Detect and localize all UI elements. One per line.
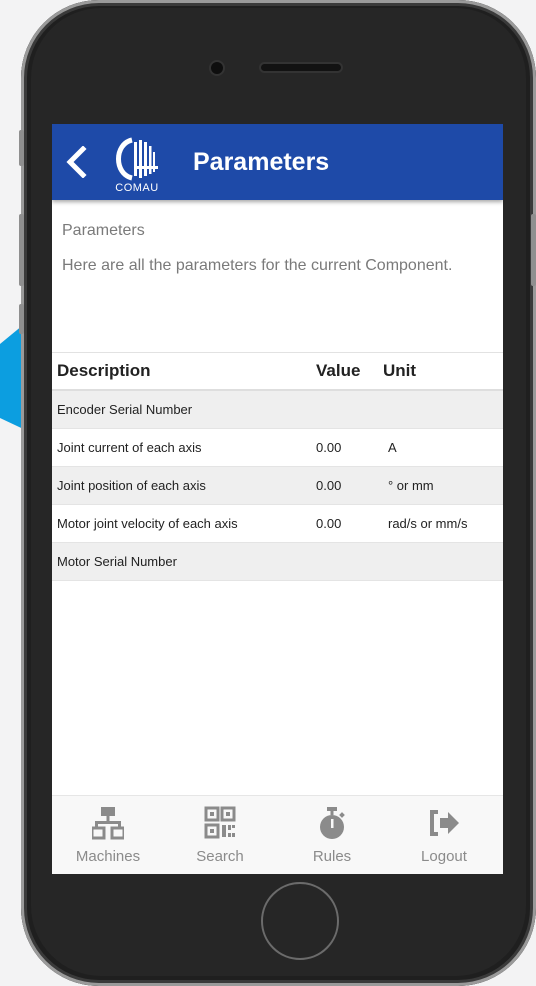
row-description: Joint position of each axis [57, 478, 206, 493]
row-unit: A [388, 440, 397, 455]
column-header-value: Value [316, 361, 361, 380]
network-icon [92, 807, 124, 840]
chevron-left-icon[interactable] [64, 146, 88, 178]
table-row[interactable]: Motor Serial Number [52, 543, 503, 581]
earpiece-speaker [261, 64, 341, 71]
stopwatch-icon [320, 807, 345, 839]
row-unit: rad/s or mm/s [388, 516, 468, 531]
row-description: Motor Serial Number [57, 554, 177, 569]
intro-heading: Parameters [62, 222, 145, 239]
nav-machines[interactable]: Machines [52, 796, 164, 874]
nav-search[interactable]: Search [164, 796, 276, 874]
bottom-navigation: Machines Search Rules Logout [52, 795, 503, 874]
row-unit: ° or mm [388, 478, 434, 493]
mute-switch [19, 130, 24, 166]
column-header-unit: Unit [383, 361, 417, 380]
table-row[interactable]: Motor joint velocity of each axis 0.00 r… [52, 505, 503, 543]
intro-description: Here are all the parameters for the curr… [62, 257, 453, 274]
comau-logo: COMAU [100, 136, 174, 198]
row-value: 0.00 [316, 478, 342, 493]
front-camera [211, 62, 223, 74]
app-screen: COMAU Parameters Parameters Here are all… [52, 124, 503, 874]
power-button [531, 214, 536, 286]
table-row[interactable]: Joint position of each axis 0.00 ° or mm [52, 467, 503, 505]
comau-logo-icon [116, 137, 158, 181]
nav-label: Search [196, 848, 244, 865]
qr-code-icon [204, 806, 236, 839]
header-bar: COMAU Parameters [52, 124, 503, 200]
nav-label: Logout [421, 848, 467, 865]
row-description: Motor joint velocity of each axis [57, 516, 238, 531]
home-button[interactable] [261, 882, 339, 960]
row-description: Joint current of each axis [57, 440, 202, 455]
page-title: Parameters [193, 148, 330, 176]
volume-down-button [19, 304, 24, 334]
logo-text: COMAU [115, 182, 159, 194]
logout-icon [430, 810, 459, 836]
table-row[interactable]: Encoder Serial Number [52, 391, 503, 429]
row-value: 0.00 [316, 516, 342, 531]
column-header-description: Description [57, 361, 151, 380]
table-row[interactable]: Joint current of each axis 0.00 A [52, 429, 503, 467]
volume-up-button [19, 214, 24, 286]
row-description: Encoder Serial Number [57, 402, 193, 417]
parameters-table: Description Value Unit Encoder Serial Nu… [52, 352, 503, 581]
nav-logout[interactable]: Logout [388, 796, 500, 874]
table-header: Description Value Unit [52, 353, 503, 391]
nav-label: Rules [312, 848, 352, 865]
nav-rules[interactable]: Rules [276, 796, 388, 874]
nav-label: Machines [75, 848, 141, 865]
row-value: 0.00 [316, 440, 342, 455]
